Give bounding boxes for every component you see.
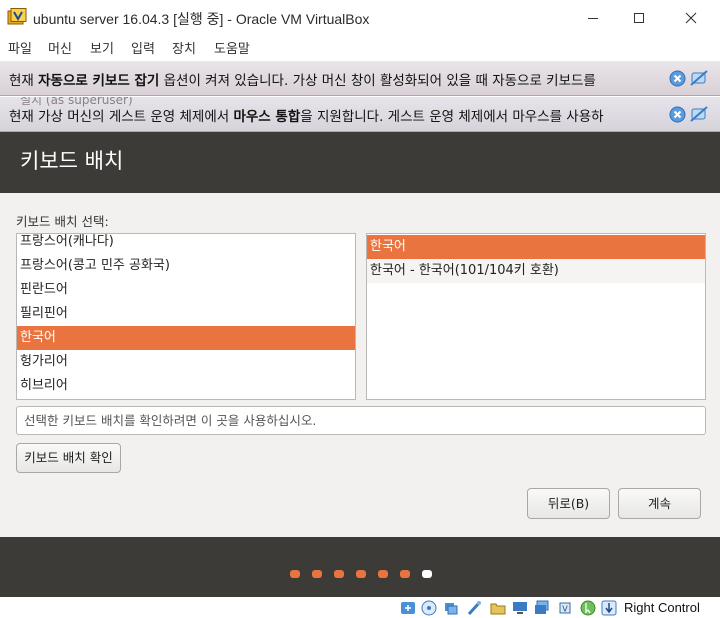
window-title: ubuntu server 16.04.3 [실행 중] - Oracle VM…	[33, 11, 370, 27]
minimize-icon	[588, 17, 598, 19]
virtualbox-icon	[7, 8, 27, 25]
audio-icon[interactable]	[421, 600, 437, 616]
detect-layout-button[interactable]: 키보드 배치 확인	[16, 443, 121, 473]
progress-dot-current	[422, 570, 432, 578]
window-titlebar: ubuntu server 16.04.3 [실행 중] - Oracle VM…	[0, 0, 720, 35]
video-capture-icon[interactable]	[534, 600, 550, 616]
keyboard-capture-notification: 현재 자동으로 키보드 잡기 옵션이 켜져 있습니다. 가상 머신 창이 활성화…	[0, 61, 720, 96]
installer-header: 키보드 배치	[0, 132, 720, 193]
variant-item[interactable]: 한국어 - 한국어(101/104키 호환)	[367, 259, 705, 283]
no-popup-icon[interactable]	[690, 105, 708, 123]
host-key-label: Right Control	[624, 600, 700, 615]
close-button[interactable]	[668, 0, 714, 35]
progress-dot	[312, 570, 322, 578]
usb-icon[interactable]	[466, 600, 482, 616]
mouse-integration-icon[interactable]	[580, 600, 596, 616]
minimize-button[interactable]	[570, 0, 616, 35]
layout-item[interactable]: 히브리어	[17, 374, 355, 398]
layout-item-selected[interactable]: 한국어	[17, 326, 355, 350]
cpu-icon[interactable]: V	[557, 600, 573, 616]
close-icon	[685, 12, 697, 23]
layout-item[interactable]: 프랑스어(콩고 민주 공화국)	[17, 254, 355, 278]
installer-footer	[0, 537, 720, 597]
progress-dot	[334, 570, 344, 578]
menu-devices[interactable]: 장치	[172, 38, 196, 57]
progress-dot	[290, 570, 300, 578]
layout-select-label: 키보드 배치 선택:	[16, 214, 109, 229]
optical-drive-icon[interactable]	[400, 600, 416, 616]
layout-item[interactable]: 헝가리어	[17, 350, 355, 374]
menu-bar: 파일 머신 보기 입력 장치 도움말	[0, 35, 720, 59]
mouse-integration-notification: 설치 (as superuser) 현재 가상 머신의 게스트 운영 체제에서 …	[0, 97, 720, 132]
keyboard-test-input[interactable]	[17, 407, 705, 434]
maximize-icon	[634, 12, 644, 23]
svg-text:V: V	[562, 605, 568, 614]
maximize-button[interactable]	[616, 0, 662, 35]
menu-help[interactable]: 도움말	[214, 38, 250, 57]
close-circle-icon[interactable]	[669, 106, 686, 123]
page-title: 키보드 배치	[20, 149, 124, 173]
notification-text: 현재 자동으로 키보드 잡기 옵션이 켜져 있습니다. 가상 머신 창이 활성화…	[9, 73, 596, 89]
network-icon[interactable]	[443, 600, 459, 616]
installer-body: 키보드 배치 선택: 프랑스어(캐나다) 프랑스어(콩고 민주 공화국) 핀란드…	[0, 193, 720, 537]
layout-item[interactable]: 핀란드어	[17, 278, 355, 302]
keyboard-icon[interactable]	[601, 600, 617, 616]
menu-file[interactable]: 파일	[8, 38, 32, 57]
keyboard-variant-list[interactable]: 한국어 한국어 - 한국어(101/104키 호환)	[366, 233, 706, 400]
variant-item-selected[interactable]: 한국어	[367, 235, 705, 259]
menu-input[interactable]: 입력	[131, 38, 155, 57]
notification-bold-text: 마우스 통합	[233, 109, 301, 125]
notification-text: 현재 가상 머신의 게스트 운영 체제에서 마우스 통합을 지원합니다. 게스트…	[9, 109, 604, 125]
progress-dot	[378, 570, 388, 578]
shared-folder-icon[interactable]	[490, 600, 506, 616]
back-button[interactable]: 뒤로(B)	[527, 488, 610, 519]
notification-bold-text: 자동으로 키보드 잡기	[38, 73, 160, 89]
no-popup-icon[interactable]	[690, 69, 708, 87]
progress-dot	[400, 570, 410, 578]
keyboard-test-field[interactable]	[16, 406, 706, 435]
continue-button[interactable]: 계속	[618, 488, 701, 519]
display-icon[interactable]	[512, 600, 528, 616]
status-bar: V Right Control	[0, 597, 720, 618]
progress-dot	[356, 570, 366, 578]
menu-view[interactable]: 보기	[90, 38, 114, 57]
close-circle-icon[interactable]	[669, 70, 686, 87]
layout-item[interactable]: 프랑스어(캐나다)	[17, 234, 355, 254]
menu-machine[interactable]: 머신	[48, 38, 72, 57]
layout-item[interactable]: 필리핀어	[17, 302, 355, 326]
keyboard-layout-list[interactable]: 프랑스어(캐나다) 프랑스어(콩고 민주 공화국) 핀란드어 필리핀어 한국어 …	[16, 233, 356, 400]
